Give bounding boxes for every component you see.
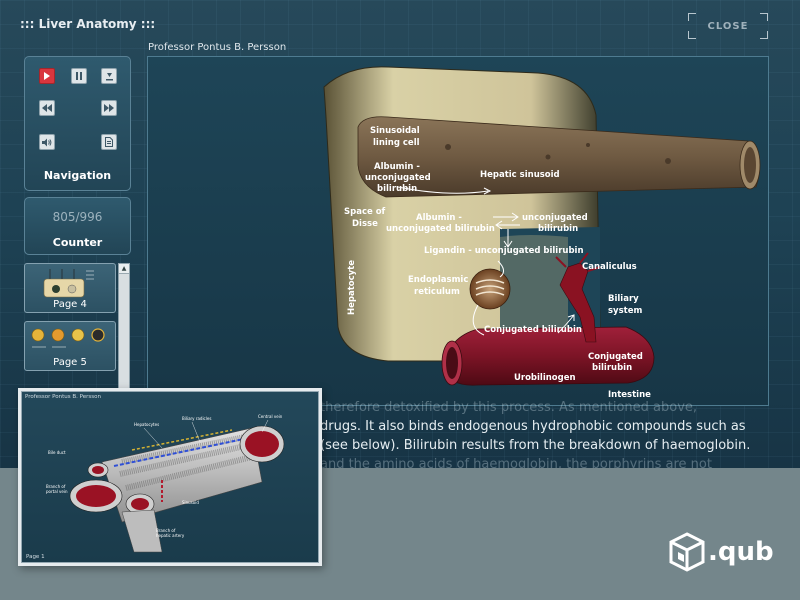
preview-page-label: Page 1: [26, 554, 45, 560]
body-text: therefore detoxified by this process. As…: [320, 398, 800, 468]
preview-label-central-vein: Central vein: [258, 414, 283, 419]
page-4-thumbnail-image: [43, 269, 94, 298]
page-4-label: Page 4: [53, 299, 87, 310]
audio-button[interactable]: [39, 134, 55, 150]
rewind-button[interactable]: [39, 100, 55, 116]
speaker-icon: [42, 138, 52, 146]
rewind-icon: [42, 104, 52, 112]
page-5-label: Page 5: [53, 357, 87, 368]
liver-lobule-illustration: Hepatocytes Biliary radicles Central vei…: [46, 414, 285, 553]
preview-label-sinusoid: Sinusoid: [182, 500, 199, 505]
corner-bracket: [688, 31, 696, 39]
download-icon: [105, 72, 113, 80]
qub-cube-icon: [669, 532, 705, 572]
document-button[interactable]: [101, 134, 117, 150]
body-text-line: and the amino acids of haemoglobin, the …: [320, 457, 712, 468]
main-viewer: Sinusoidal lining cell Albumin -unconjuga…: [147, 56, 769, 406]
counter-value: 805/996: [52, 210, 103, 224]
corner-bracket: [760, 31, 768, 39]
scroll-up-arrow-icon[interactable]: ▲: [119, 264, 129, 274]
pause-icon: [76, 72, 82, 80]
label-ligandin: Ligandin - unconjugated bilirubin: [424, 246, 584, 256]
preview-content: Professor Pontus B. Persson Hepatocytes …: [21, 391, 319, 563]
preview-label-biliary-radicles: Biliary radicles: [182, 416, 211, 421]
page-5-thumbnail-image: [31, 328, 105, 348]
page-preview-popup: Professor Pontus B. Persson Hepatocytes …: [18, 388, 322, 566]
body-text-line: therefore detoxified by this process. As…: [320, 400, 698, 415]
play-icon: [44, 72, 50, 80]
pages-scrollbar[interactable]: ▲: [118, 263, 130, 389]
pages-list: Page 4 Page 5: [24, 261, 131, 391]
qub-logo-text: .qub: [708, 537, 774, 567]
navigation-label: Navigation: [43, 169, 112, 182]
close-button[interactable]: CLOSE: [688, 13, 768, 39]
preview-label-bile-duct: Bile duct: [48, 450, 66, 455]
liver-cell-illustration: Sinusoidal lining cell Albumin -unconjuga…: [148, 57, 768, 405]
play-button[interactable]: [39, 68, 55, 84]
window-title: ::: Liver Anatomy :::: [20, 17, 156, 31]
navigation-panel: Navigation: [24, 56, 131, 191]
body-text-line: (see below). Bilirubin results from the …: [320, 438, 751, 453]
page-thumbnail-4[interactable]: Page 4: [24, 263, 116, 313]
download-button[interactable]: [101, 68, 117, 84]
preview-label-hepatocytes: Hepatocytes: [134, 422, 159, 427]
document-icon: [105, 137, 113, 147]
corner-bracket: [688, 13, 696, 21]
label-conjugated-bilirubin: Conjugated bilirubin: [484, 325, 582, 335]
qub-logo: .qub: [668, 532, 774, 572]
preview-label-portal-vein: Branch of portal vein: [46, 484, 68, 494]
label-canaliculus: Canaliculus: [582, 262, 637, 272]
page-thumbnail-5[interactable]: Page 5: [24, 321, 116, 371]
label-urobilinogen: Urobilinogen: [514, 373, 576, 383]
pause-button[interactable]: [71, 68, 87, 84]
label-hepatocyte: Hepatocyte: [347, 260, 357, 315]
counter-panel: 805/996 Counter: [24, 197, 131, 255]
corner-bracket: [760, 13, 768, 21]
fast-forward-icon: [104, 104, 114, 112]
forward-button[interactable]: [101, 100, 117, 116]
preview-label-hepatic-artery: Branch of hepatic artery: [156, 528, 185, 538]
author-label: Professor Pontus B. Persson: [148, 42, 287, 53]
body-text-line: drugs. It also binds endogenous hydropho…: [320, 419, 746, 434]
close-label: CLOSE: [707, 20, 749, 32]
counter-label: Counter: [52, 236, 103, 249]
label-hepatic-sinusoid: Hepatic sinusoid: [480, 170, 560, 180]
